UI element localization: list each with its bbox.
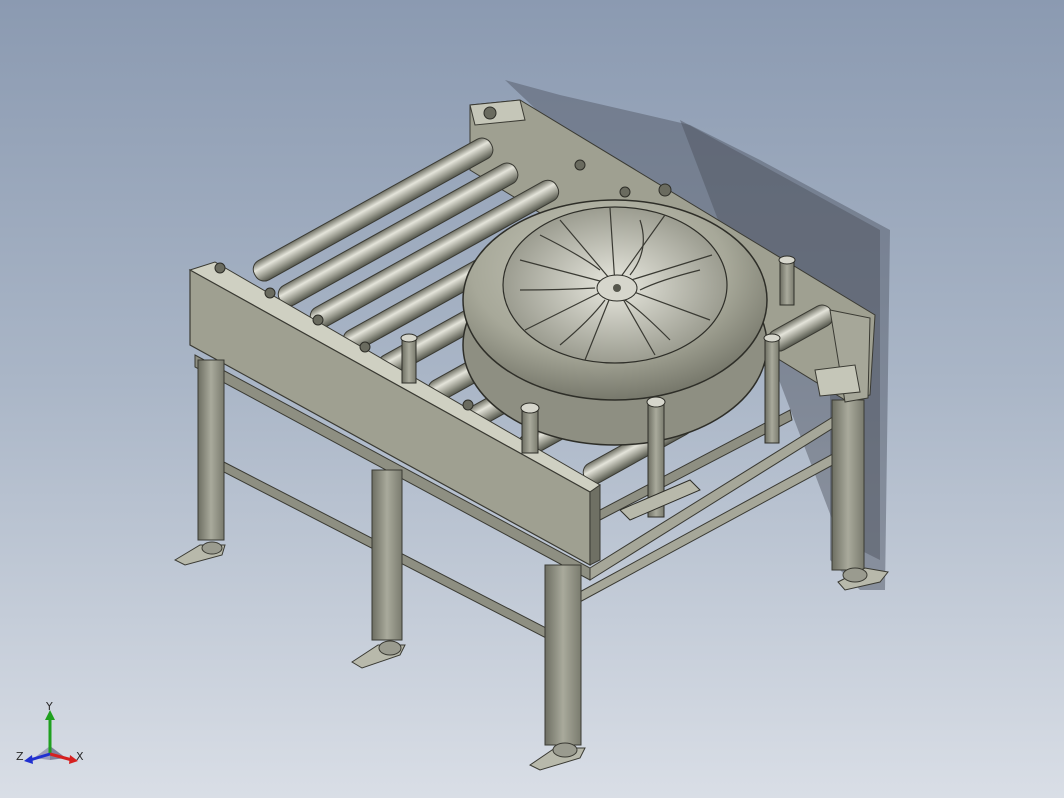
leg [529, 564, 586, 771]
orientation-triad[interactable]: Y X Z [16, 700, 96, 780]
guide-post [400, 333, 418, 384]
tire-wheel[interactable] [462, 199, 768, 446]
guide-post [778, 255, 796, 306]
x-axis-label: X [76, 750, 84, 763]
guide-post [520, 402, 540, 454]
leg [351, 469, 406, 669]
guide-post [763, 333, 781, 444]
z-axis-label: Z [16, 750, 24, 763]
conveyor-model[interactable] [0, 0, 1064, 798]
leg [173, 359, 226, 566]
cad-3d-viewport[interactable]: Y X Z [0, 0, 1064, 798]
y-axis-label: Y [46, 700, 53, 713]
triad-axes [24, 710, 78, 764]
